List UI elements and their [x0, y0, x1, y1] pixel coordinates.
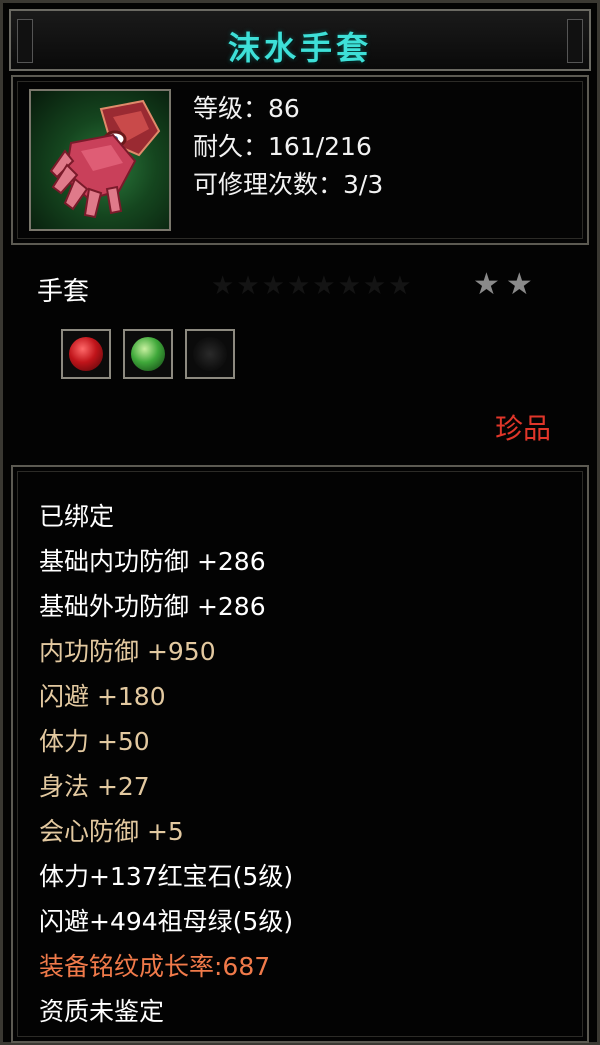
title-bar: 沫水手套	[9, 9, 591, 71]
star-empty-icon: ★	[261, 271, 285, 301]
item-type-label: 手套	[37, 277, 90, 307]
star-filled-icon: ★	[473, 267, 500, 302]
item-info-box: 等级：86 耐久：161/216 可修理次数：3/3	[11, 75, 589, 245]
stat-line: 资质未鉴定	[39, 997, 165, 1026]
stat-line: 基础内功防御 +286	[39, 547, 266, 576]
enhance-stars-filled: ★ ★	[473, 269, 533, 301]
stat-line: 装备铭纹成长率:687	[39, 952, 271, 981]
stat-line: 闪避 +180	[39, 682, 166, 711]
level-text: 等级：86	[193, 94, 300, 123]
stat-line: 已绑定	[39, 502, 115, 531]
gem-slot-ruby[interactable]	[61, 329, 111, 379]
star-empty-icon: ★	[362, 271, 387, 301]
item-title: 沫水手套	[227, 29, 372, 67]
stat-line: 体力+137红宝石(5级)	[39, 862, 294, 891]
stat-line: 身法 +27	[39, 772, 150, 801]
repair-count-text: 可修理次数：3/3	[193, 170, 384, 199]
gauntlet-illustration	[49, 99, 161, 219]
stats-box: 已绑定 基础内功防御 +286 基础外功防御 +286 内功防御 +950 闪避…	[11, 465, 589, 1043]
durability-text: 耐久：161/216	[193, 132, 372, 161]
star-empty-icon: ★	[337, 271, 361, 301]
emerald-gem-icon	[131, 337, 165, 371]
gem-slot-emerald[interactable]	[123, 329, 173, 379]
stat-line: 会心防御 +5	[39, 817, 184, 846]
stat-line: 体力 +50	[39, 727, 150, 756]
gauntlet-icon	[29, 89, 171, 231]
stat-line: 内功防御 +950	[39, 637, 216, 666]
stat-line: 闪避+494祖母绿(5级)	[39, 907, 294, 936]
enhance-stars-empty: ★ ★ ★ ★ ★ ★ ★ ★	[211, 273, 471, 299]
empty-slot-icon	[193, 337, 227, 371]
star-empty-icon: ★	[312, 271, 336, 301]
ruby-gem-icon	[69, 337, 103, 371]
stat-line: 基础外功防御 +286	[39, 592, 266, 621]
gem-slot-empty[interactable]	[185, 329, 235, 379]
star-empty-icon: ★	[388, 271, 412, 301]
star-empty-icon: ★	[286, 271, 311, 301]
star-empty-icon: ★	[211, 271, 235, 301]
item-tooltip-panel: 沫水手套 等级：86 耐久：161/216 可修理次数：3/3 手套 ★ ★ ★…	[0, 0, 600, 1045]
star-empty-icon: ★	[236, 271, 260, 301]
rarity-label: 珍品	[494, 412, 551, 445]
star-filled-icon: ★	[505, 267, 533, 302]
